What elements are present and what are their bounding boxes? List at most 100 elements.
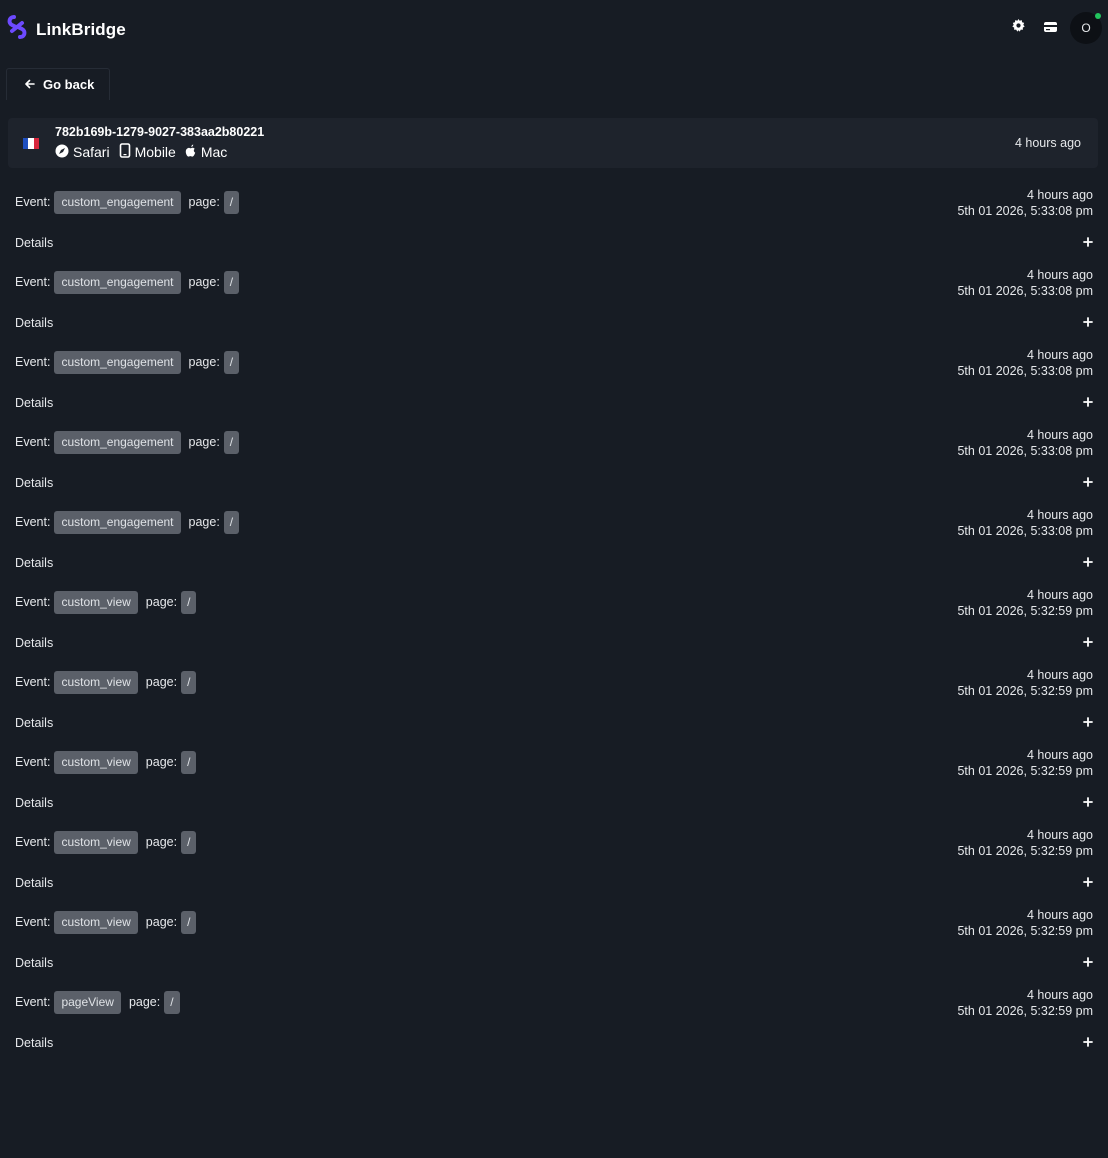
event-times: 4 hours ago 5th 01 2026, 5:32:59 pm: [957, 987, 1093, 1019]
event-label: Event:: [15, 675, 51, 689]
event-times: 4 hours ago 5th 01 2026, 5:33:08 pm: [957, 507, 1093, 539]
apple-icon: [185, 144, 201, 161]
event-times: 4 hours ago 5th 01 2026, 5:32:59 pm: [957, 667, 1093, 699]
event-name-tag: pageView: [54, 990, 121, 1014]
event-times: 4 hours ago 5th 01 2026, 5:33:08 pm: [957, 267, 1093, 299]
details-toggle[interactable]: Details: [0, 712, 1108, 734]
page-label: page:: [128, 995, 161, 1009]
browser-name: Safari: [73, 144, 110, 160]
details-label: Details: [15, 796, 54, 810]
event-name-tag: custom_view: [54, 750, 138, 774]
details-label: Details: [15, 636, 54, 650]
event-times: 4 hours ago 5th 01 2026, 5:33:08 pm: [957, 347, 1093, 379]
brand[interactable]: LinkBridge: [6, 14, 126, 45]
top-actions: O: [1002, 12, 1102, 44]
page-path-tag: /: [181, 750, 197, 774]
plus-icon: [1083, 234, 1093, 252]
event-summary: Event: custom_view page: /: [15, 910, 197, 934]
event-timestamp: 5th 01 2026, 5:33:08 pm: [957, 204, 1093, 218]
event-timestamp: 5th 01 2026, 5:32:59 pm: [957, 924, 1093, 938]
top-bar: LinkBridge O: [0, 0, 1108, 56]
event-times: 4 hours ago 5th 01 2026, 5:32:59 pm: [957, 907, 1093, 939]
details-toggle[interactable]: Details: [0, 392, 1108, 414]
details-label: Details: [15, 876, 54, 890]
event-time-ago: 4 hours ago: [1026, 748, 1093, 762]
os-name: Mac: [200, 144, 228, 160]
details-toggle[interactable]: Details: [0, 952, 1108, 974]
event-name-tag: custom_view: [54, 670, 138, 694]
avatar-initial: O: [1081, 21, 1091, 35]
plus-icon: [1083, 394, 1093, 412]
event-item: Event: custom_view page: / 4 hours ago 5…: [0, 820, 1108, 900]
event-list: Event: custom_engagement page: / 4 hours…: [0, 180, 1108, 1060]
link-logo-icon: [6, 14, 28, 45]
online-status-dot: [1095, 13, 1101, 19]
france-flag-icon: [23, 138, 39, 149]
session-time-ago: 4 hours ago: [1014, 136, 1081, 150]
details-toggle[interactable]: Details: [0, 232, 1108, 254]
event-name-tag: custom_engagement: [54, 430, 181, 454]
browser-info: Safari: [55, 144, 110, 161]
plus-icon: [1083, 474, 1093, 492]
details-toggle[interactable]: Details: [0, 872, 1108, 894]
event-summary: Event: custom_engagement page: /: [15, 430, 240, 454]
event-item: Event: custom_view page: / 4 hours ago 5…: [0, 900, 1108, 980]
details-toggle[interactable]: Details: [0, 792, 1108, 814]
event-timestamp: 5th 01 2026, 5:32:59 pm: [957, 764, 1093, 778]
go-back-button[interactable]: Go back: [6, 68, 110, 100]
session-meta: Safari Mobile Mac: [55, 143, 236, 161]
event-name-tag: custom_engagement: [54, 350, 181, 374]
event-summary: Event: custom_engagement page: /: [15, 270, 240, 294]
page-label: page:: [188, 195, 220, 209]
event-time-ago: 4 hours ago: [1026, 188, 1093, 202]
details-toggle[interactable]: Details: [0, 632, 1108, 654]
details-toggle[interactable]: Details: [0, 1032, 1108, 1054]
event-label: Event:: [15, 995, 51, 1009]
event-item: Event: custom_engagement page: / 4 hours…: [0, 500, 1108, 580]
page-label: page:: [145, 835, 178, 849]
details-label: Details: [15, 556, 54, 570]
details-label: Details: [15, 716, 54, 730]
event-label: Event:: [15, 835, 51, 849]
user-avatar[interactable]: O: [1070, 12, 1102, 44]
page-label: page:: [145, 915, 178, 929]
safari-compass-icon: [55, 144, 73, 161]
details-toggle[interactable]: Details: [0, 472, 1108, 494]
page-path-tag: /: [164, 990, 180, 1014]
device-info: Mobile: [119, 143, 176, 161]
plus-icon: [1083, 714, 1093, 732]
event-summary: Event: custom_engagement page: /: [15, 350, 240, 374]
event-timestamp: 5th 01 2026, 5:32:59 pm: [957, 1004, 1093, 1018]
page-path-tag: /: [181, 830, 197, 854]
event-times: 4 hours ago 5th 01 2026, 5:32:59 pm: [957, 827, 1093, 859]
event-label: Event:: [15, 275, 51, 289]
event-label: Event:: [15, 435, 51, 449]
event-time-ago: 4 hours ago: [1026, 348, 1093, 362]
credit-card-icon: [1043, 19, 1057, 37]
session-id: 782b169b-1279-9027-383aa2b80221: [55, 125, 265, 139]
page-label: page:: [145, 755, 178, 769]
plus-icon: [1083, 874, 1093, 892]
event-time-ago: 4 hours ago: [1026, 828, 1093, 842]
details-label: Details: [15, 236, 54, 250]
details-toggle[interactable]: Details: [0, 552, 1108, 574]
event-name-tag: custom_engagement: [54, 190, 181, 214]
event-times: 4 hours ago 5th 01 2026, 5:32:59 pm: [957, 587, 1093, 619]
event-item: Event: custom_view page: / 4 hours ago 5…: [0, 580, 1108, 660]
event-timestamp: 5th 01 2026, 5:33:08 pm: [957, 284, 1093, 298]
details-toggle[interactable]: Details: [0, 312, 1108, 334]
settings-button[interactable]: [1002, 12, 1034, 44]
session-card: 782b169b-1279-9027-383aa2b80221 Safari M…: [8, 118, 1098, 168]
event-item: Event: custom_engagement page: / 4 hours…: [0, 180, 1108, 260]
event-time-ago: 4 hours ago: [1026, 428, 1093, 442]
event-times: 4 hours ago 5th 01 2026, 5:32:59 pm: [957, 747, 1093, 779]
go-back-label: Go back: [43, 77, 95, 92]
plus-icon: [1083, 954, 1093, 972]
details-label: Details: [15, 396, 54, 410]
details-label: Details: [15, 1036, 54, 1050]
event-summary: Event: custom_engagement page: /: [15, 510, 240, 534]
page-path-tag: /: [181, 590, 197, 614]
arrow-left-icon: [25, 76, 35, 94]
billing-button[interactable]: [1034, 12, 1066, 44]
details-label: Details: [15, 476, 54, 490]
